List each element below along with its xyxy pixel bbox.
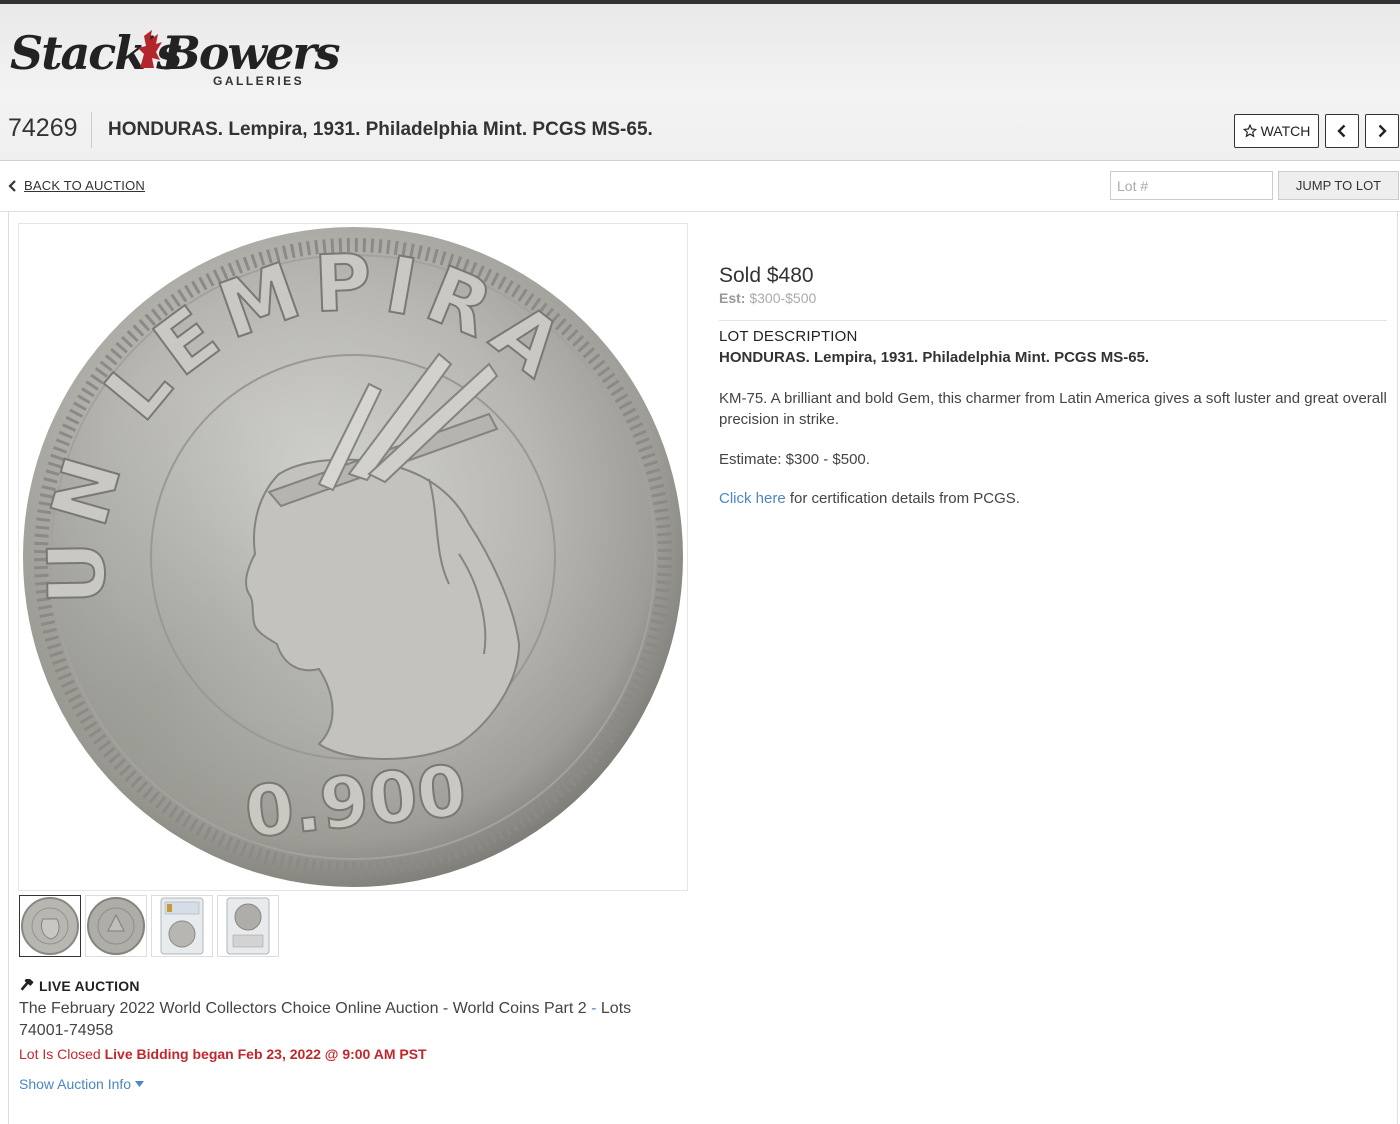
certification-text: for certification details from PCGS.: [785, 490, 1020, 507]
certification-line: Click here for certification details fro…: [719, 490, 1387, 507]
lot-description-title: HONDURAS. Lempira, 1931. Philadelphia Mi…: [719, 349, 1150, 366]
chevron-left-icon: [1337, 124, 1346, 138]
thumbnail-slab-back[interactable]: [217, 895, 279, 957]
divider: [719, 320, 1387, 321]
lot-description-body: KM-75. A brilliant and bold Gem, this ch…: [719, 390, 1387, 428]
star-icon: [1242, 124, 1257, 138]
previous-lot-button[interactable]: [1325, 114, 1359, 148]
coin-image: UN LEMPIRA 0.900: [23, 227, 683, 887]
lot-details: Sold $480 Est: $300-$500 LOT DESCRIPTION…: [719, 264, 1387, 507]
logo-text-right: Bowers: [162, 26, 341, 80]
chevron-right-icon: [1378, 124, 1387, 138]
lot-closed-label: Lot Is Closed: [19, 1046, 101, 1062]
navigation-bar: BACK TO AUCTION JUMP TO LOT: [0, 161, 1400, 212]
show-auction-info-toggle[interactable]: Show Auction Info: [19, 1076, 679, 1092]
lot-description-estimate: Estimate: $300 - $500.: [719, 451, 870, 468]
main-lot-image[interactable]: UN LEMPIRA 0.900: [18, 223, 688, 891]
back-to-auction-link[interactable]: BACK TO AUCTION: [8, 178, 145, 193]
lot-title: HONDURAS. Lempira, 1931. Philadelphia Mi…: [108, 119, 653, 140]
griffin-icon: [138, 30, 162, 68]
coin-reverse-thumb: [87, 897, 145, 955]
watch-label: WATCH: [1260, 123, 1311, 139]
show-auction-info-label: Show Auction Info: [19, 1076, 132, 1092]
slab-front-thumb: [160, 897, 204, 955]
auction-title: The February 2022 World Collectors Choic…: [19, 1000, 587, 1017]
pcgs-certification-link[interactable]: Click here: [719, 490, 786, 507]
lot-number: 74269: [8, 114, 78, 142]
auction-name[interactable]: The February 2022 World Collectors Choic…: [19, 998, 679, 1042]
estimate-value: $300-$500: [749, 290, 817, 306]
estimate-label: Est:: [719, 290, 746, 306]
sold-price: Sold $480: [719, 264, 814, 287]
thumbnail-strip: [19, 895, 279, 957]
thumbnail-reverse[interactable]: [85, 895, 147, 957]
next-lot-button[interactable]: [1365, 114, 1399, 148]
thumbnail-obverse[interactable]: [19, 895, 81, 957]
coin-obverse-thumb: [21, 897, 79, 955]
content-border-right: [1397, 212, 1398, 1124]
auction-info: LIVE AUCTION The February 2022 World Col…: [19, 978, 679, 1092]
content-border-left: [8, 212, 9, 1124]
auction-type: LIVE AUCTION: [19, 978, 679, 994]
back-to-auction-label: BACK TO AUCTION: [24, 178, 145, 193]
lot-description-heading: LOT DESCRIPTION: [719, 328, 858, 345]
auction-lots-separator: -: [586, 1000, 601, 1017]
site-header: Stack's Bowers GALLERIES 74269 HONDURAS.…: [0, 4, 1400, 161]
watch-button[interactable]: WATCH: [1234, 114, 1319, 148]
thumbnail-slab-front[interactable]: [151, 895, 213, 957]
lot-status: Lot Is Closed Live Bidding began Feb 23,…: [19, 1046, 679, 1062]
chevron-left-icon: [8, 179, 16, 192]
stacks-bowers-logo[interactable]: Stack's Bowers GALLERIES: [10, 24, 341, 92]
title-divider: [91, 112, 92, 148]
auction-type-label: LIVE AUCTION: [39, 978, 140, 994]
live-bidding-date: Live Bidding began Feb 23, 2022 @ 9:00 A…: [104, 1046, 427, 1062]
logo-subtitle: GALLERIES: [213, 74, 305, 88]
gavel-icon: [20, 978, 34, 991]
caret-down-icon: [135, 1081, 145, 1087]
lot-number-input[interactable]: [1110, 171, 1273, 200]
slab-back-thumb: [226, 897, 270, 955]
estimate-range: Est: $300-$500: [719, 290, 1387, 306]
jump-to-lot-button[interactable]: JUMP TO LOT: [1278, 171, 1399, 200]
